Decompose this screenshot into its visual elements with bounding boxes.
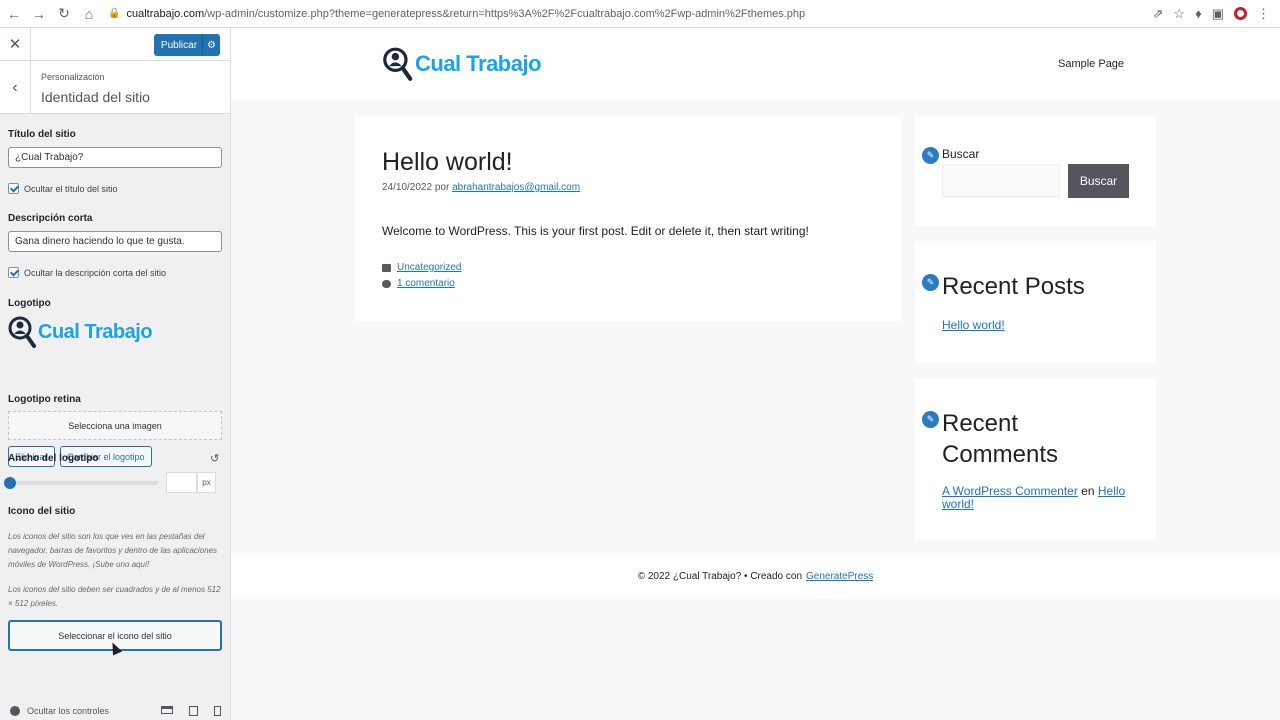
recent-comments-widget: ✎ Recent Comments A WordPress Commenter … <box>915 378 1156 540</box>
edit-pencil-icon[interactable]: ✎ <box>922 411 939 428</box>
site-title-input[interactable]: ¿Cual Trabajo? <box>8 147 222 168</box>
menu-dots-icon[interactable]: ⋮ <box>1257 6 1270 22</box>
nav-sample-page[interactable]: Sample Page <box>1058 58 1124 70</box>
breadcrumb: Personalización <box>41 72 105 82</box>
tablet-preview-icon[interactable] <box>189 706 198 716</box>
back-chevron-icon[interactable]: ‹ <box>0 61 31 114</box>
hide-tagline-checkbox[interactable] <box>8 267 19 278</box>
hide-title-checkbox[interactable] <box>8 183 19 194</box>
search-input[interactable] <box>942 164 1060 197</box>
comment-post-link-2[interactable]: world! <box>942 497 974 511</box>
logo-width-unit: px <box>197 472 216 493</box>
site-logo-text: Cual Trabajo <box>415 51 542 76</box>
hide-tagline-option[interactable]: Ocultar la descripción corta del sitio <box>8 267 166 278</box>
post-article: Hello world! 24/10/2022 por abrahantraba… <box>355 116 902 321</box>
mobile-preview-icon[interactable] <box>214 706 221 716</box>
post-content: Welcome to WordPress. This is your first… <box>382 224 809 238</box>
hide-controls-icon[interactable] <box>10 706 20 716</box>
customizer-header: ✕ Publicar ⚙ <box>0 27 230 61</box>
retina-logo-label: Logotipo retina <box>8 394 81 405</box>
logo-label: Logotipo <box>8 298 51 309</box>
comments-link[interactable]: 1 comentario <box>397 278 455 289</box>
comment-author-link[interactable]: A WordPress Commenter <box>942 484 1078 498</box>
site-title-label: Título del sitio <box>8 129 76 140</box>
customizer-footer: Ocultar los controles <box>0 702 231 720</box>
post-categories: Uncategorized <box>382 262 461 273</box>
url-host: cualtrabajo.com <box>126 7 205 20</box>
star-icon[interactable]: ☆ <box>1173 6 1185 22</box>
select-image-button[interactable]: Selecciona una imagen <box>8 411 222 440</box>
tagline-label: Descripción corta <box>8 213 93 224</box>
close-icon[interactable]: ✕ <box>0 27 31 61</box>
post-meta: 24/10/2022 por abrahantrabajos@gmail.com <box>382 182 580 193</box>
recent-posts-title: Recent Posts <box>942 273 1085 300</box>
share-icon[interactable]: ⇗ <box>1153 6 1164 22</box>
edit-pencil-icon[interactable]: ✎ <box>922 274 939 291</box>
edit-pencil-icon[interactable]: ✎ <box>922 147 939 164</box>
logo-width-slider[interactable] <box>4 476 158 489</box>
comment-icon <box>382 279 391 288</box>
recent-comment-item: A WordPress Commenter en Hello <box>942 484 1125 498</box>
search-button[interactable]: Buscar <box>1068 164 1129 198</box>
section-title: Identidad del sitio <box>41 89 150 105</box>
comment-on: en <box>1081 484 1095 498</box>
post-by: por <box>434 182 450 193</box>
search-widget-label: Buscar <box>942 147 980 161</box>
site-footer: © 2022 ¿Cual Trabajo? • Creado con Gener… <box>231 553 1280 599</box>
logo-text: Cual Trabajo <box>38 320 153 343</box>
site-icon-label: Icono del sitio <box>8 506 76 517</box>
reset-icon[interactable]: ↺ <box>210 452 219 465</box>
search-widget: ✎ Buscar Buscar <box>915 116 1156 226</box>
category-link[interactable]: Uncategorized <box>397 262 461 273</box>
slider-handle[interactable] <box>4 476 16 489</box>
hide-controls-label[interactable]: Ocultar los controles <box>27 706 109 716</box>
back-arrow-icon[interactable]: ← <box>3 3 25 25</box>
hide-tagline-label: Ocultar la descripción corta del sitio <box>24 267 167 278</box>
site-header: Cual Trabajo Sample Page <box>231 28 1280 101</box>
reload-icon[interactable]: ↻ <box>53 3 75 25</box>
gear-icon[interactable]: ⚙ <box>202 34 220 56</box>
url-path: /wp-admin/customize.php?theme=generatepr… <box>204 7 806 20</box>
site-preview: Cual Trabajo Sample Page Hello world! 24… <box>231 28 1280 720</box>
footer-copyright: © 2022 ¿Cual Trabajo? • Creado con <box>637 570 803 582</box>
logo-width-input[interactable] <box>166 472 197 493</box>
hide-title-label: Ocultar el título del sitio <box>24 183 118 194</box>
post-date[interactable]: 24/10/2022 <box>382 182 432 193</box>
customizer-sidebar: ✕ Publicar ⚙ ‹ Personalización Identidad… <box>0 27 231 720</box>
recent-post-link[interactable]: Hello world! <box>942 318 1005 332</box>
site-icon-requirements: Los iconos del sitio deben ser cuadrados… <box>8 585 221 608</box>
forward-arrow-icon[interactable]: → <box>28 3 50 25</box>
logo-preview: Cual Trabajo <box>8 315 153 349</box>
section-header: ‹ Personalización Identidad del sitio <box>0 61 230 114</box>
tagline-input[interactable]: Gana dinero haciendo lo que te gusta. <box>8 231 222 252</box>
post-title[interactable]: Hello world! <box>382 148 513 177</box>
publish-button[interactable]: Publicar ⚙ <box>154 34 220 56</box>
logo-width-label: Ancho del logotipo <box>8 453 99 464</box>
post-author-link[interactable]: abrahantrabajos@gmail.com <box>452 182 580 193</box>
post-comments: 1 comentario <box>382 278 455 289</box>
extensions-icon[interactable]: ♦ <box>1195 6 1202 21</box>
recent-comments-title-line1: Recent <box>942 410 1019 437</box>
hide-title-option[interactable]: Ocultar el título del sitio <box>8 183 118 194</box>
folder-icon <box>382 263 391 272</box>
site-logo[interactable]: Cual Trabajo <box>382 46 542 82</box>
recent-posts-widget: ✎ Recent Posts Hello world! <box>915 241 1156 363</box>
sidebar-icon[interactable]: ▣ <box>1212 6 1224 22</box>
publish-label: Publicar <box>160 39 198 51</box>
logo-magnifier-icon <box>8 316 36 348</box>
logo-magnifier-icon <box>383 47 413 81</box>
logo-width-control: px <box>4 472 216 493</box>
theme-link[interactable]: GeneratePress <box>806 571 873 582</box>
browser-toolbar: ← → ↻ ⌂ 🔒 cualtrabajo.com/wp-admin/custo… <box>0 0 1280 28</box>
desktop-preview-icon[interactable] <box>161 706 173 714</box>
recent-comments-title-line2: Comments <box>942 441 1059 468</box>
home-icon[interactable]: ⌂ <box>78 3 100 25</box>
site-icon-description: Los iconos del sitio son los que ves en … <box>8 532 218 569</box>
opera-icon[interactable] <box>1234 7 1247 20</box>
comment-post-link-1[interactable]: Hello <box>1098 484 1125 498</box>
lock-icon: 🔒 <box>108 8 121 19</box>
address-bar[interactable]: 🔒 cualtrabajo.com/wp-admin/customize.php… <box>108 8 805 20</box>
